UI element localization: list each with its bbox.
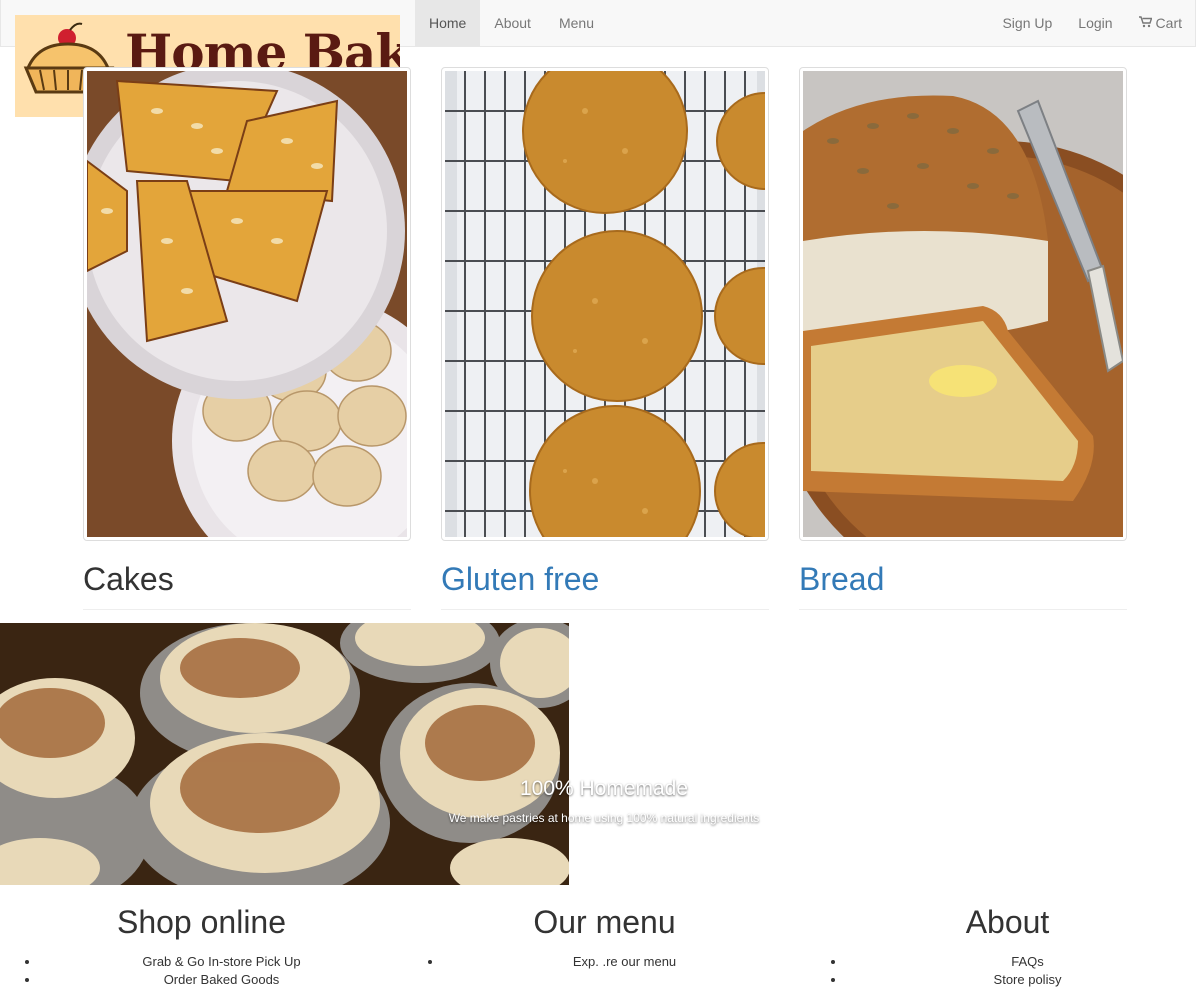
- footer-list-our-menu: Exp. .re our menu: [403, 953, 806, 971]
- category-card-gluten-free[interactable]: Gluten free: [441, 67, 769, 610]
- footer-link-faqs[interactable]: FAQs: [846, 953, 1196, 971]
- card-divider: [441, 609, 769, 610]
- footer-column-shop-online: Shop online Grab & Go In-store Pick Up O…: [0, 902, 403, 989]
- cakes-image[interactable]: [83, 67, 411, 541]
- carousel-caption: 100% Homemade We make pastries at home u…: [0, 777, 1196, 825]
- carousel-subtext: We make pastries at home using 100% natu…: [448, 811, 760, 825]
- footer-list-about: FAQs Store polisy: [806, 953, 1196, 989]
- footer-link-store-policy[interactable]: Store polisy: [846, 971, 1196, 989]
- card-title-cakes[interactable]: Cakes: [83, 559, 411, 599]
- footer-heading-shop-online: Shop online: [116, 904, 287, 940]
- carousel-banner-image: [0, 623, 569, 885]
- footer-link-pickup[interactable]: Grab & Go In-store Pick Up: [40, 953, 403, 971]
- footer-column-about: About FAQs Store polisy: [806, 902, 1196, 989]
- cart-link[interactable]: Cart: [1126, 0, 1195, 46]
- bread-image[interactable]: [799, 67, 1127, 541]
- footer-list-shop-online: Grab & Go In-store Pick Up Order Baked G…: [0, 953, 403, 989]
- cart-icon: [1138, 15, 1153, 31]
- sign-up-link[interactable]: Sign Up: [989, 0, 1065, 46]
- footer-column-our-menu: Our menu Exp. .re our menu: [403, 902, 806, 971]
- footer-link-order[interactable]: Order Baked Goods: [40, 971, 403, 989]
- footer-link-explore-menu[interactable]: Exp. .re our menu: [443, 953, 806, 971]
- card-title-bread[interactable]: Bread: [799, 559, 1127, 599]
- category-card-bread[interactable]: Bread: [799, 67, 1127, 610]
- gluten-free-image[interactable]: [441, 67, 769, 541]
- carousel-heading: 100% Homemade: [519, 777, 689, 800]
- category-card-cakes[interactable]: Cakes: [83, 67, 411, 610]
- nav-menu-link[interactable]: Menu: [545, 0, 608, 46]
- nav-links: Home About Menu: [415, 0, 608, 46]
- card-divider: [83, 609, 411, 610]
- card-divider: [799, 609, 1127, 610]
- login-link[interactable]: Login: [1065, 0, 1125, 46]
- cart-label: Cart: [1155, 15, 1182, 31]
- card-title-gluten-free[interactable]: Gluten free: [441, 559, 769, 599]
- footer-heading-about: About: [965, 904, 1050, 940]
- nav-about-link[interactable]: About: [480, 0, 545, 46]
- footer-heading-our-menu: Our menu: [533, 904, 676, 940]
- nav-home-link[interactable]: Home: [415, 0, 481, 46]
- nav-account-links: Sign Up Login Cart: [989, 0, 1195, 46]
